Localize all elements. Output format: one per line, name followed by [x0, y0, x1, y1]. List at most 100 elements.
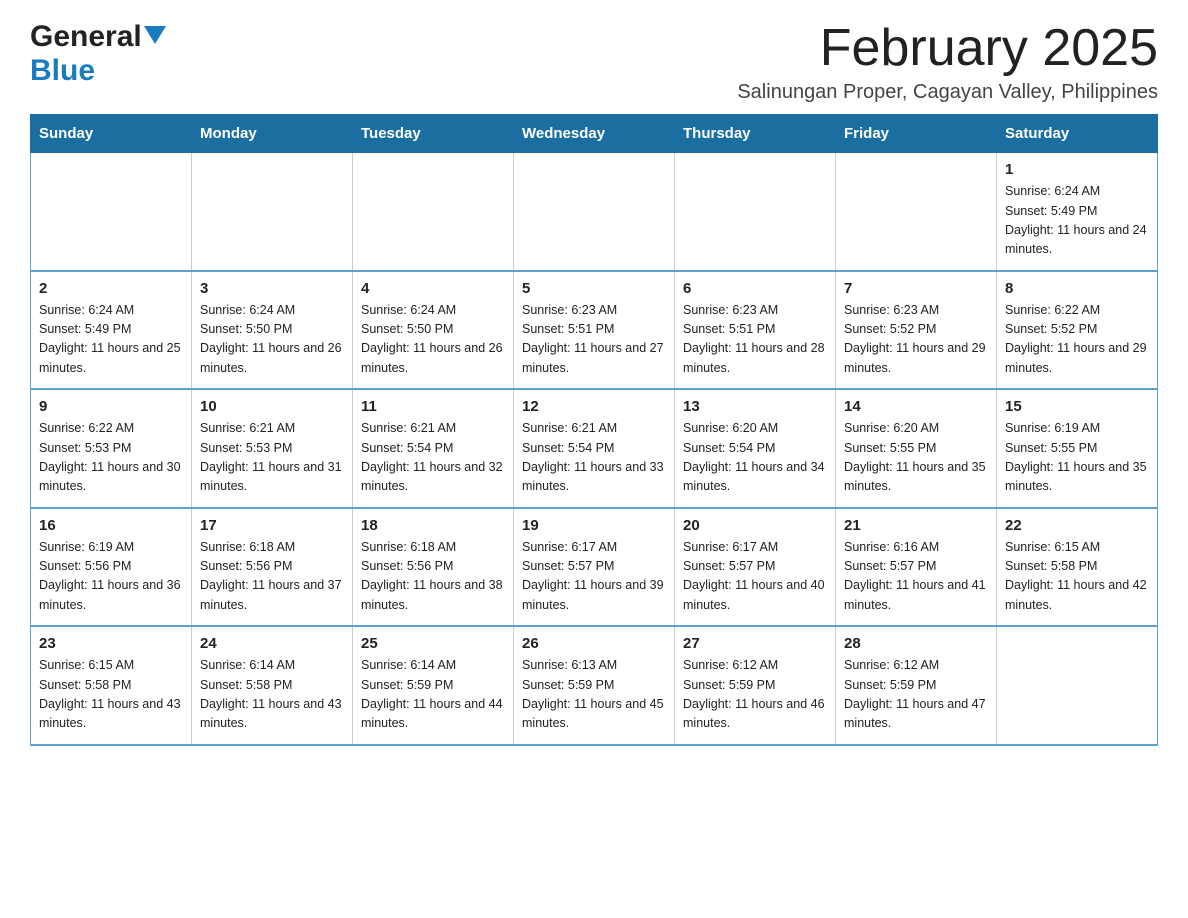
logo-triangle-icon — [144, 26, 166, 49]
day-number: 20 — [683, 517, 827, 534]
page-header: General Blue February 2025 Salinungan Pr… — [30, 20, 1158, 104]
day-number: 18 — [361, 517, 505, 534]
calendar-day-cell: 19 Sunrise: 6:17 AMSunset: 5:57 PMDayligh… — [514, 508, 675, 627]
calendar-day-cell: 6 Sunrise: 6:23 AMSunset: 5:51 PMDaylight… — [675, 271, 836, 390]
calendar-day-cell: 10Sunrise: 6:21 AMSunset: 5:53 PMDayligh… — [192, 389, 353, 508]
day-info: Sunrise: 6:23 AMSunset: 5:51 PMDaylight:… — [522, 301, 666, 379]
logo-blue-text: Blue — [30, 54, 95, 87]
day-info: Sunrise: 6:19 AMSunset: 5:55 PMDaylight:… — [1005, 419, 1149, 497]
day-info: Sunrise: 6:14 AMSunset: 5:59 PMDaylight:… — [361, 656, 505, 734]
calendar-table: SundayMondayTuesdayWednesdayThursdayFrid… — [30, 114, 1158, 746]
day-info: Sunrise: 6:17 AMSunset: 5:57 PMDaylight:… — [522, 538, 666, 616]
day-info: Sunrise: 6:24 AMSunset: 5:49 PMDaylight:… — [39, 301, 183, 379]
calendar-day-cell: 28 Sunrise: 6:12 AMSunset: 5:59 PMDayligh… — [836, 626, 997, 745]
calendar-day-cell: 13 Sunrise: 6:20 AMSunset: 5:54 PMDayligh… — [675, 389, 836, 508]
calendar-day-cell: 12 Sunrise: 6:21 AMSunset: 5:54 PMDayligh… — [514, 389, 675, 508]
day-of-week-header: Sunday — [31, 115, 192, 153]
calendar-day-cell — [836, 153, 997, 271]
day-info: Sunrise: 6:17 AMSunset: 5:57 PMDaylight:… — [683, 538, 827, 616]
calendar-day-cell — [997, 626, 1158, 745]
day-number: 9 — [39, 398, 183, 415]
day-number: 13 — [683, 398, 827, 415]
day-number: 11 — [361, 398, 505, 415]
calendar-day-cell: 11 Sunrise: 6:21 AMSunset: 5:54 PMDayligh… — [353, 389, 514, 508]
day-info: Sunrise: 6:24 AMSunset: 5:50 PMDaylight:… — [361, 301, 505, 379]
day-number: 7 — [844, 280, 988, 297]
day-info: Sunrise: 6:12 AMSunset: 5:59 PMDaylight:… — [683, 656, 827, 734]
day-number: 21 — [844, 517, 988, 534]
calendar-day-cell: 26 Sunrise: 6:13 AMSunset: 5:59 PMDayligh… — [514, 626, 675, 745]
calendar-day-cell — [31, 153, 192, 271]
calendar-day-cell: 17Sunrise: 6:18 AMSunset: 5:56 PMDayligh… — [192, 508, 353, 627]
day-of-week-header: Wednesday — [514, 115, 675, 153]
day-info: Sunrise: 6:15 AMSunset: 5:58 PMDaylight:… — [1005, 538, 1149, 616]
day-info: Sunrise: 6:13 AMSunset: 5:59 PMDaylight:… — [522, 656, 666, 734]
day-info: Sunrise: 6:15 AMSunset: 5:58 PMDaylight:… — [39, 656, 183, 734]
calendar-day-cell: 8 Sunrise: 6:22 AMSunset: 5:52 PMDaylight… — [997, 271, 1158, 390]
calendar-day-cell: 15 Sunrise: 6:19 AMSunset: 5:55 PMDayligh… — [997, 389, 1158, 508]
day-number: 8 — [1005, 280, 1149, 297]
day-number: 14 — [844, 398, 988, 415]
day-number: 2 — [39, 280, 183, 297]
day-of-week-header: Thursday — [675, 115, 836, 153]
calendar-day-cell: 3 Sunrise: 6:24 AMSunset: 5:50 PMDaylight… — [192, 271, 353, 390]
calendar-day-cell: 21Sunrise: 6:16 AMSunset: 5:57 PMDayligh… — [836, 508, 997, 627]
day-number: 4 — [361, 280, 505, 297]
day-info: Sunrise: 6:24 AMSunset: 5:49 PMDaylight:… — [1005, 182, 1149, 260]
days-of-week-row: SundayMondayTuesdayWednesdayThursdayFrid… — [31, 115, 1158, 153]
title-area: February 2025 Salinungan Proper, Cagayan… — [737, 20, 1158, 104]
day-of-week-header: Monday — [192, 115, 353, 153]
calendar-day-cell: 18 Sunrise: 6:18 AMSunset: 5:56 PMDayligh… — [353, 508, 514, 627]
calendar-day-cell: 27 Sunrise: 6:12 AMSunset: 5:59 PMDayligh… — [675, 626, 836, 745]
location-subtitle: Salinungan Proper, Cagayan Valley, Phili… — [737, 81, 1158, 104]
day-info: Sunrise: 6:12 AMSunset: 5:59 PMDaylight:… — [844, 656, 988, 734]
day-info: Sunrise: 6:22 AMSunset: 5:53 PMDaylight:… — [39, 419, 183, 497]
calendar-week-row: 23Sunrise: 6:15 AMSunset: 5:58 PMDayligh… — [31, 626, 1158, 745]
calendar-day-cell: 4 Sunrise: 6:24 AMSunset: 5:50 PMDaylight… — [353, 271, 514, 390]
logo-area: General Blue — [30, 20, 166, 88]
calendar-day-cell: 22 Sunrise: 6:15 AMSunset: 5:58 PMDayligh… — [997, 508, 1158, 627]
calendar-day-cell: 14Sunrise: 6:20 AMSunset: 5:55 PMDayligh… — [836, 389, 997, 508]
day-number: 19 — [522, 517, 666, 534]
calendar-day-cell: 1 Sunrise: 6:24 AMSunset: 5:49 PMDaylight… — [997, 153, 1158, 271]
day-info: Sunrise: 6:22 AMSunset: 5:52 PMDaylight:… — [1005, 301, 1149, 379]
day-info: Sunrise: 6:24 AMSunset: 5:50 PMDaylight:… — [200, 301, 344, 379]
day-number: 1 — [1005, 161, 1149, 178]
calendar-week-row: 2 Sunrise: 6:24 AMSunset: 5:49 PMDaylight… — [31, 271, 1158, 390]
calendar-week-row: 1 Sunrise: 6:24 AMSunset: 5:49 PMDaylight… — [31, 153, 1158, 271]
logo-general-text: General — [30, 20, 142, 54]
day-info: Sunrise: 6:14 AMSunset: 5:58 PMDaylight:… — [200, 656, 344, 734]
calendar-week-row: 16Sunrise: 6:19 AMSunset: 5:56 PMDayligh… — [31, 508, 1158, 627]
day-number: 25 — [361, 635, 505, 652]
day-info: Sunrise: 6:19 AMSunset: 5:56 PMDaylight:… — [39, 538, 183, 616]
day-info: Sunrise: 6:18 AMSunset: 5:56 PMDaylight:… — [361, 538, 505, 616]
calendar-day-cell: 20 Sunrise: 6:17 AMSunset: 5:57 PMDayligh… — [675, 508, 836, 627]
calendar-header: SundayMondayTuesdayWednesdayThursdayFrid… — [31, 115, 1158, 153]
calendar-day-cell — [353, 153, 514, 271]
calendar-day-cell: 5 Sunrise: 6:23 AMSunset: 5:51 PMDaylight… — [514, 271, 675, 390]
day-of-week-header: Tuesday — [353, 115, 514, 153]
calendar-day-cell: 23Sunrise: 6:15 AMSunset: 5:58 PMDayligh… — [31, 626, 192, 745]
day-number: 15 — [1005, 398, 1149, 415]
day-number: 6 — [683, 280, 827, 297]
calendar-day-cell: 25 Sunrise: 6:14 AMSunset: 5:59 PMDayligh… — [353, 626, 514, 745]
day-number: 28 — [844, 635, 988, 652]
day-info: Sunrise: 6:21 AMSunset: 5:54 PMDaylight:… — [522, 419, 666, 497]
day-number: 10 — [200, 398, 344, 415]
calendar-day-cell: 16Sunrise: 6:19 AMSunset: 5:56 PMDayligh… — [31, 508, 192, 627]
day-number: 22 — [1005, 517, 1149, 534]
day-number: 12 — [522, 398, 666, 415]
day-number: 3 — [200, 280, 344, 297]
day-info: Sunrise: 6:18 AMSunset: 5:56 PMDaylight:… — [200, 538, 344, 616]
day-info: Sunrise: 6:21 AMSunset: 5:54 PMDaylight:… — [361, 419, 505, 497]
calendar-day-cell — [675, 153, 836, 271]
day-info: Sunrise: 6:23 AMSunset: 5:52 PMDaylight:… — [844, 301, 988, 379]
day-number: 5 — [522, 280, 666, 297]
calendar-day-cell: 24 Sunrise: 6:14 AMSunset: 5:58 PMDayligh… — [192, 626, 353, 745]
calendar-day-cell: 2 Sunrise: 6:24 AMSunset: 5:49 PMDaylight… — [31, 271, 192, 390]
day-info: Sunrise: 6:23 AMSunset: 5:51 PMDaylight:… — [683, 301, 827, 379]
day-number: 26 — [522, 635, 666, 652]
day-number: 27 — [683, 635, 827, 652]
day-number: 24 — [200, 635, 344, 652]
day-info: Sunrise: 6:20 AMSunset: 5:54 PMDaylight:… — [683, 419, 827, 497]
